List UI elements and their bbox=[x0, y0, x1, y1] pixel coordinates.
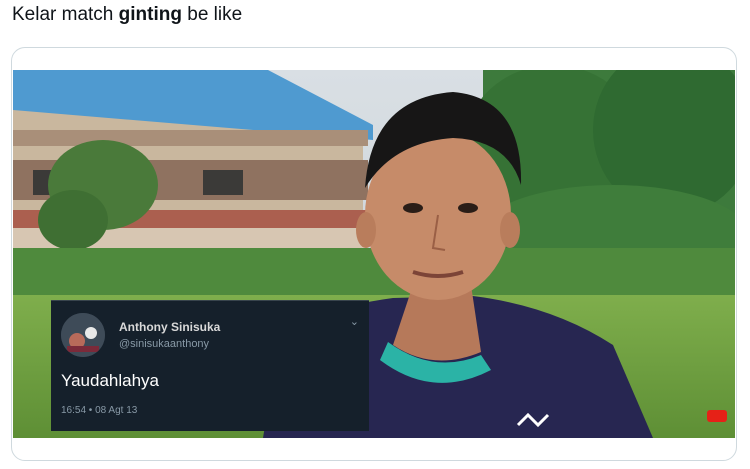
caption-text-end: be like bbox=[181, 4, 243, 25]
chevron-down-icon: ⌄ bbox=[349, 316, 359, 328]
embedded-tweet-screenshot: Anthony Sinisuka @sinisukaanthony ⌄ Yaud… bbox=[51, 300, 369, 431]
tweet-text: Yaudahlahya bbox=[61, 371, 159, 390]
user-handle: @sinisukaanthony bbox=[119, 338, 210, 350]
avatar bbox=[61, 313, 105, 357]
display-name: Anthony Sinisuka bbox=[119, 320, 221, 334]
media-card[interactable]: Anthony Sinisuka @sinisukaanthony ⌄ Yaud… bbox=[11, 47, 737, 461]
youtube-badge-icon bbox=[707, 410, 727, 422]
caption-bold-word: ginting bbox=[118, 4, 182, 25]
tweet-caption: Kelar match ginting be like bbox=[12, 3, 242, 27]
caption-text-start: Kelar match bbox=[12, 4, 119, 25]
tweet-timestamp: 16:54 • 08 Agt 13 bbox=[61, 405, 138, 416]
